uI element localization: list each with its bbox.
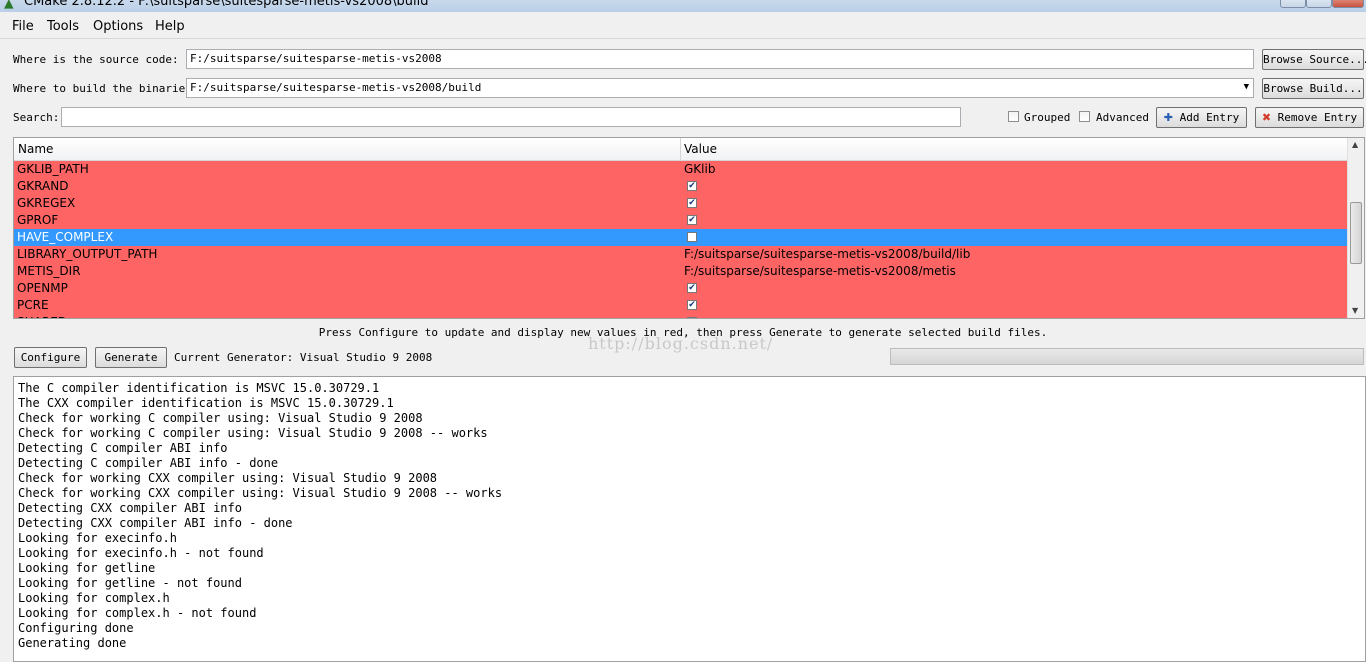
cmake-logo-icon: ▲ [4,0,14,12]
entry-value-checkbox[interactable] [687,317,697,318]
log-line: Generating done [18,636,127,650]
entry-value-checkbox[interactable]: ✔ [687,215,697,225]
source-input[interactable]: F:/suitsparse/suitesparse-metis-vs2008 [186,49,1254,69]
log-line: Detecting C compiler ABI info - done [18,456,279,470]
log-line: Detecting CXX compiler ABI info [18,501,242,515]
entry-name: PCRE [17,298,49,312]
table-row[interactable]: GPROF ✔ [14,212,1348,229]
log-line: Looking for execinfo.h - not found [18,546,264,560]
window-title: CMake 2.8.12.2 - F:\suitsparse\suitespar… [24,0,429,9]
browse-build-button[interactable]: Browse Build... [1262,78,1364,99]
table-body: GKLIB_PATH GKlib GKRAND ✔ GKREGEX ✔ GPROF ✔ HAVE… [14,161,1348,318]
entry-name: GKRAND [17,179,69,193]
log-line: Configuring done [18,621,134,635]
table-scrollbar[interactable]: ▲ ▼ [1347,138,1364,318]
table-row[interactable]: SHARED [14,314,1348,318]
table-header: Name Value [14,138,1348,161]
log-line: The C compiler identification is MSVC 15… [18,381,380,395]
entry-value-checkbox[interactable]: ✔ [687,283,697,293]
minimize-button[interactable] [1280,0,1306,8]
entry-name: GPROF [17,213,59,227]
column-separator[interactable] [680,138,681,160]
log-line: Detecting C compiler ABI info [18,441,228,455]
column-header-name[interactable]: Name [18,142,53,156]
remove-icon: ✖ [1261,111,1272,124]
table-row[interactable]: LIBRARY_OUTPUT_PATH F:/suitsparse/suitesp… [14,246,1348,263]
entry-value[interactable]: GKlib [684,162,715,176]
entry-value[interactable]: F:/suitsparse/suitesparse-metis-vs2008/m… [684,264,956,278]
log-line: Looking for getline [18,561,156,575]
title-bar: ▲ CMake 2.8.12.2 - F:\suitsparse\suitesp… [0,0,1366,12]
add-entry-button[interactable]: ✚ Add Entry [1156,107,1247,128]
advanced-label: Advanced [1096,111,1149,124]
table-row[interactable]: GKLIB_PATH GKlib [14,161,1348,178]
table-row[interactable]: OPENMP ✔ [14,280,1348,297]
column-header-value[interactable]: Value [684,142,717,156]
menu-help[interactable]: Help [155,19,185,34]
entry-name: SHARED [17,315,67,318]
menu-tools[interactable]: Tools [47,19,79,34]
entry-value-checkbox[interactable]: ✔ [687,181,697,191]
progress-bar [890,348,1364,365]
chevron-down-icon[interactable]: ▼ [1244,82,1249,92]
entry-value[interactable]: F:/suitsparse/suitesparse-metis-vs2008/b… [684,247,970,261]
search-label: Search: [13,111,60,124]
entry-value-checkbox[interactable]: ✔ [687,300,697,310]
entry-name: GKREGEX [17,196,76,210]
log-line: Check for working C compiler using: Visu… [18,426,488,440]
build-label: Where to build the binaries: [13,82,199,95]
log-line: Check for working C compiler using: Visu… [18,411,423,425]
build-combobox-value: F:/suitsparse/suitesparse-metis-vs2008/b… [190,81,482,94]
cache-entries-table: Name Value GKLIB_PATH GKlib GKRAND ✔ GKREGEX… [13,137,1365,319]
output-log[interactable]: The C compiler identification is MSVC 15… [13,376,1366,662]
close-button[interactable] [1332,0,1364,8]
scroll-up-icon[interactable]: ▲ [1352,140,1358,149]
add-entry-label: Add Entry [1179,111,1240,124]
scroll-down-icon[interactable]: ▼ [1352,306,1358,315]
source-label: Where is the source code: [13,53,179,66]
watermark: http://blog.csdn.net/ [588,334,774,353]
menu-options[interactable]: Options [93,19,143,34]
browse-source-button[interactable]: Browse Source... [1262,49,1366,70]
log-line: Looking for complex.h [18,591,170,605]
table-row[interactable]: METIS_DIR F:/suitsparse/suitesparse-metis… [14,263,1348,280]
log-line: Check for working CXX compiler using: Vi… [18,471,438,485]
plus-icon: ✚ [1163,111,1173,124]
maximize-button[interactable] [1306,0,1332,8]
entry-value-checkbox[interactable]: ✔ [687,198,697,208]
grouped-label: Grouped [1024,111,1071,124]
table-row[interactable]: PCRE ✔ [14,297,1348,314]
table-row[interactable]: GKRAND ✔ [14,178,1348,195]
entry-value-checkbox[interactable] [687,232,697,242]
log-line: Looking for complex.h - not found [18,606,257,620]
table-row[interactable]: HAVE_COMPLEX [14,229,1348,246]
advanced-checkbox[interactable] [1079,111,1090,122]
log-line: Looking for getline - not found [18,576,242,590]
scrollbar-thumb[interactable] [1350,202,1362,264]
build-combobox[interactable]: F:/suitsparse/suitesparse-metis-vs2008/b… [186,78,1254,98]
entry-name: HAVE_COMPLEX [17,230,114,244]
log-line: Check for working CXX compiler using: Vi… [18,486,503,500]
entry-name: GKLIB_PATH [17,162,89,176]
menu-file[interactable]: File [12,19,34,34]
generate-button[interactable]: Generate [95,347,167,368]
menu-bar: File Tools Options Help [0,14,1366,39]
log-line: Detecting CXX compiler ABI info - done [18,516,293,530]
entry-name: OPENMP [17,281,68,295]
table-row[interactable]: GKREGEX ✔ [14,195,1348,212]
log-line: Looking for execinfo.h [18,531,177,545]
configure-button[interactable]: Configure [14,347,87,368]
search-input[interactable] [61,107,961,127]
remove-entry-button[interactable]: ✖ Remove Entry [1255,107,1364,128]
current-generator: Current Generator: Visual Studio 9 2008 [174,351,433,364]
entry-name: METIS_DIR [17,264,81,278]
log-line: The CXX compiler identification is MSVC … [18,396,394,410]
entry-name: LIBRARY_OUTPUT_PATH [17,247,158,261]
grouped-checkbox[interactable] [1008,111,1019,122]
remove-entry-label: Remove Entry [1277,111,1358,124]
